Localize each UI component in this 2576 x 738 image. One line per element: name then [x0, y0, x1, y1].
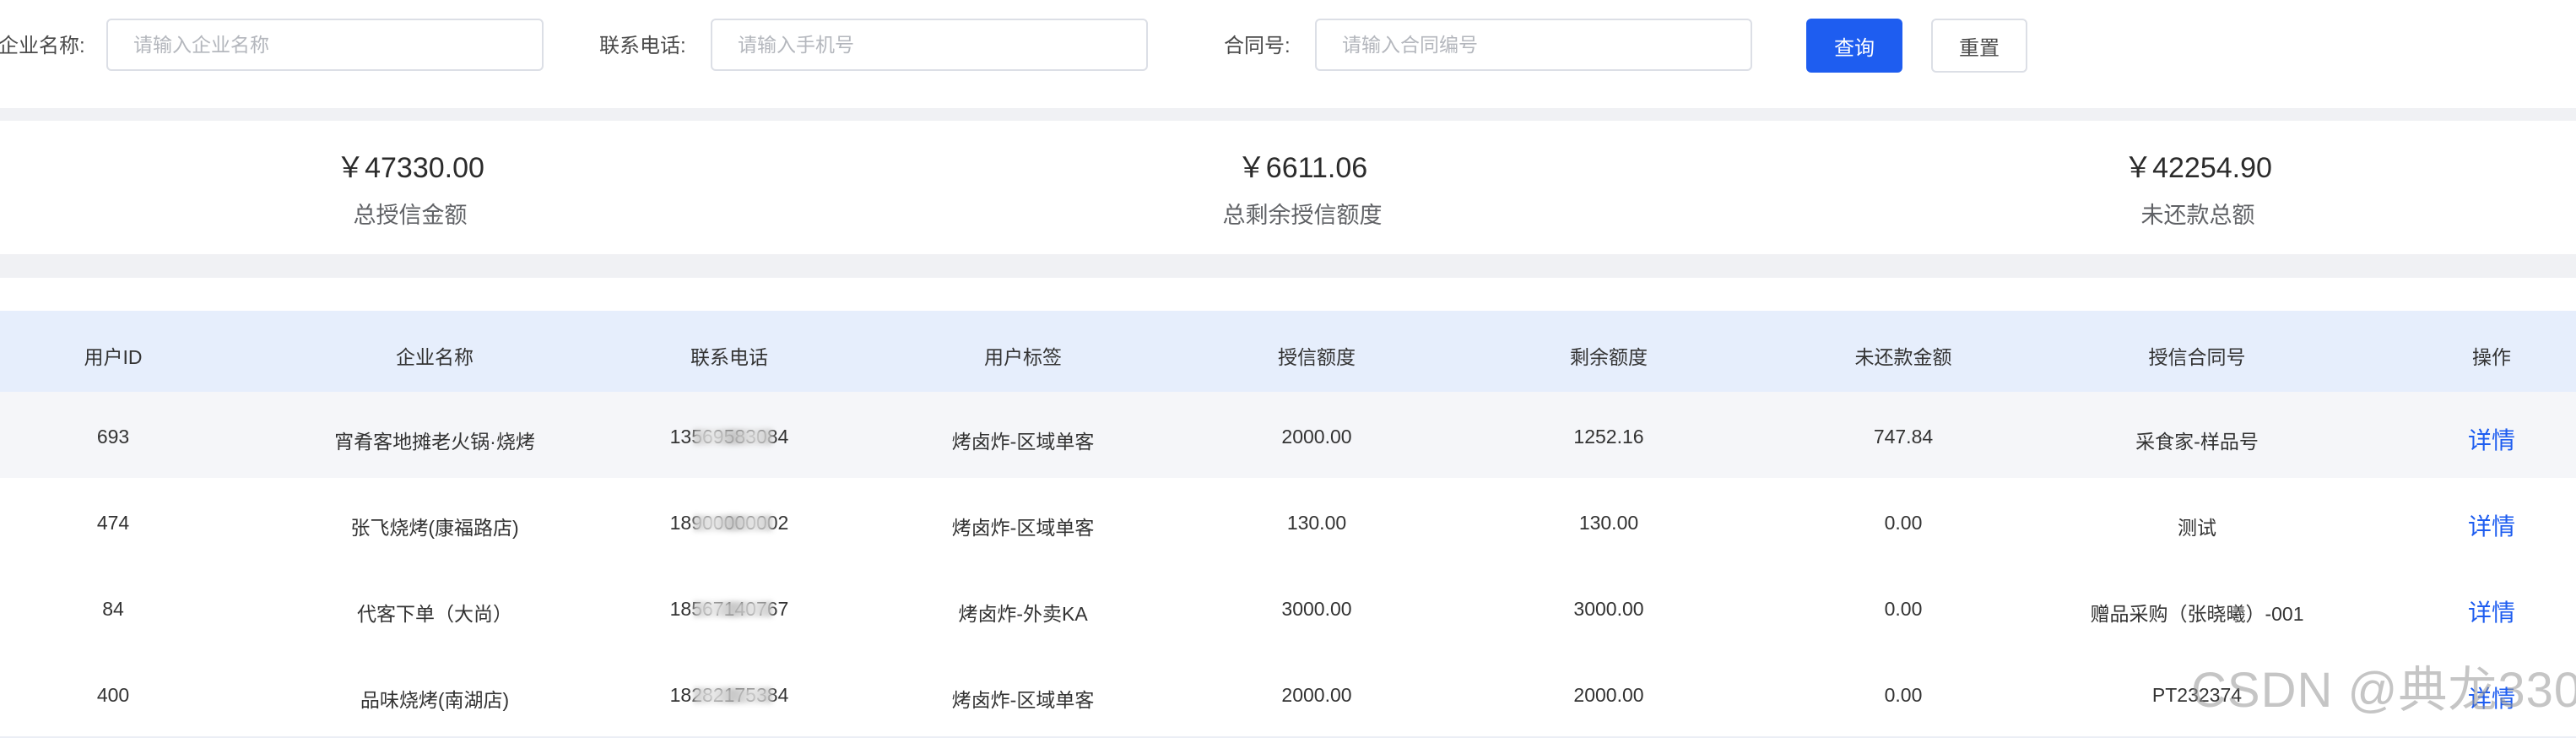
cell-credit: 130.00	[1286, 512, 1347, 534]
divider	[0, 254, 2576, 278]
unpaid-total-caption: 未还款总额	[2140, 203, 2255, 228]
reset-button[interactable]: 重置	[1931, 19, 2027, 73]
watermark: CSDN @典龙330	[2191, 663, 2576, 718]
cell-unpaid: 0.00	[1884, 684, 1923, 706]
column-header-company: 企业名称	[396, 346, 474, 368]
phone-input[interactable]	[711, 19, 1148, 71]
search-form: 企业名称: 联系电话: 合同号: 查询 重置	[0, 0, 2576, 108]
column-header-unpaid: 未还款金额	[1854, 346, 1952, 368]
masked-phone: 18282175384	[669, 684, 789, 706]
column-header-credit: 授信额度	[1278, 346, 1356, 368]
cell-phone: 13569583084	[603, 426, 856, 448]
cell-user-tag: 烤卤炸-区域单客	[951, 689, 1095, 711]
column-header-user-tag: 用户标签	[984, 346, 1062, 368]
cell-credit: 2000.00	[1281, 684, 1352, 706]
cell-user-id: 693	[96, 426, 130, 448]
query-button[interactable]: 查询	[1806, 19, 1902, 73]
company-name-label: 企业名称:	[0, 35, 85, 57]
cell-remaining: 2000.00	[1573, 684, 1644, 706]
cell-company: 张飞烧烤(康福路店)	[350, 517, 519, 539]
detail-link[interactable]: 详情	[2407, 508, 2576, 542]
cell-user-id: 474	[96, 512, 130, 534]
cell-unpaid: 0.00	[1884, 512, 1923, 534]
table-header: 用户ID 企业名称 联系电话 用户标签 授信额度 剩余额度 未还款金额 授信合同…	[0, 311, 2576, 392]
cell-phone: 18567140767	[603, 598, 856, 621]
cell-company: 宵肴客地摊老火锅·烧烤	[334, 431, 535, 453]
cell-contract: 测试	[2178, 517, 2216, 539]
remaining-credit-caption: 总剩余授信额度	[1222, 203, 1383, 228]
contract-number-input[interactable]	[1315, 19, 1752, 71]
masked-phone: 18567140767	[669, 598, 789, 620]
table-row: 84 代客下单（大尚） 18567140767 烤卤炸-外卖KA 3000.00…	[0, 564, 2576, 652]
table-row: 693 宵肴客地摊老火锅·烧烤 13569583084 烤卤炸-区域单客 200…	[0, 392, 2576, 480]
unpaid-total-value: ￥42254.90	[2124, 152, 2272, 184]
column-header-phone: 联系电话	[690, 346, 768, 368]
column-header-contract: 授信合同号	[2148, 346, 2246, 368]
cell-user-id: 84	[102, 598, 124, 620]
cell-user-tag: 烤卤炸-区域单客	[951, 517, 1095, 539]
cell-unpaid: 0.00	[1884, 598, 1923, 620]
cell-user-tag: 烤卤炸-外卖KA	[958, 603, 1088, 625]
cell-credit: 3000.00	[1281, 598, 1352, 620]
cell-company: 品味烧烤(南湖店)	[360, 689, 510, 711]
column-header-remaining: 剩余额度	[1570, 346, 1648, 368]
masked-phone: 13569583084	[669, 426, 789, 448]
cell-credit: 2000.00	[1281, 426, 1352, 448]
column-header-action: 操作	[2472, 346, 2511, 368]
cell-phone: 18282175384	[603, 684, 856, 707]
total-credit-caption: 总授信金额	[353, 203, 468, 228]
cell-unpaid: 747.84	[1873, 426, 1934, 448]
column-header-user-id: 用户ID	[84, 346, 143, 368]
table-row: 400 品味烧烤(南湖店) 18282175384 烤卤炸-区域单客 2000.…	[0, 650, 2576, 738]
detail-link[interactable]: 详情	[2407, 422, 2576, 456]
table-row: 474 张飞烧烤(康福路店) 18900000002 烤卤炸-区域单客 130.…	[0, 478, 2576, 566]
cell-remaining: 1252.16	[1573, 426, 1644, 448]
divider	[0, 108, 2576, 121]
cell-contract: 采食家-样品号	[2135, 431, 2259, 453]
cell-remaining: 3000.00	[1573, 598, 1644, 620]
masked-phone: 18900000002	[669, 512, 789, 534]
contract-number-label: 合同号:	[1224, 35, 1291, 57]
cell-user-id: 400	[96, 684, 130, 706]
credit-summary: ￥47330.00 总授信金额 ￥6611.06 总剩余授信额度 ￥42254.…	[0, 121, 2576, 254]
cell-company: 代客下单（大尚）	[357, 603, 512, 625]
cell-phone: 18900000002	[603, 512, 856, 535]
cell-remaining: 130.00	[1578, 512, 1639, 534]
cell-contract: 赠品采购（张晓曦）-001	[2090, 603, 2304, 625]
cell-user-tag: 烤卤炸-区域单客	[951, 431, 1095, 453]
detail-link[interactable]: 详情	[2407, 594, 2576, 628]
total-credit-value: ￥47330.00	[336, 152, 484, 184]
phone-label: 联系电话:	[599, 35, 686, 57]
remaining-credit-value: ￥6611.06	[1237, 152, 1368, 184]
company-name-input[interactable]	[106, 19, 544, 71]
